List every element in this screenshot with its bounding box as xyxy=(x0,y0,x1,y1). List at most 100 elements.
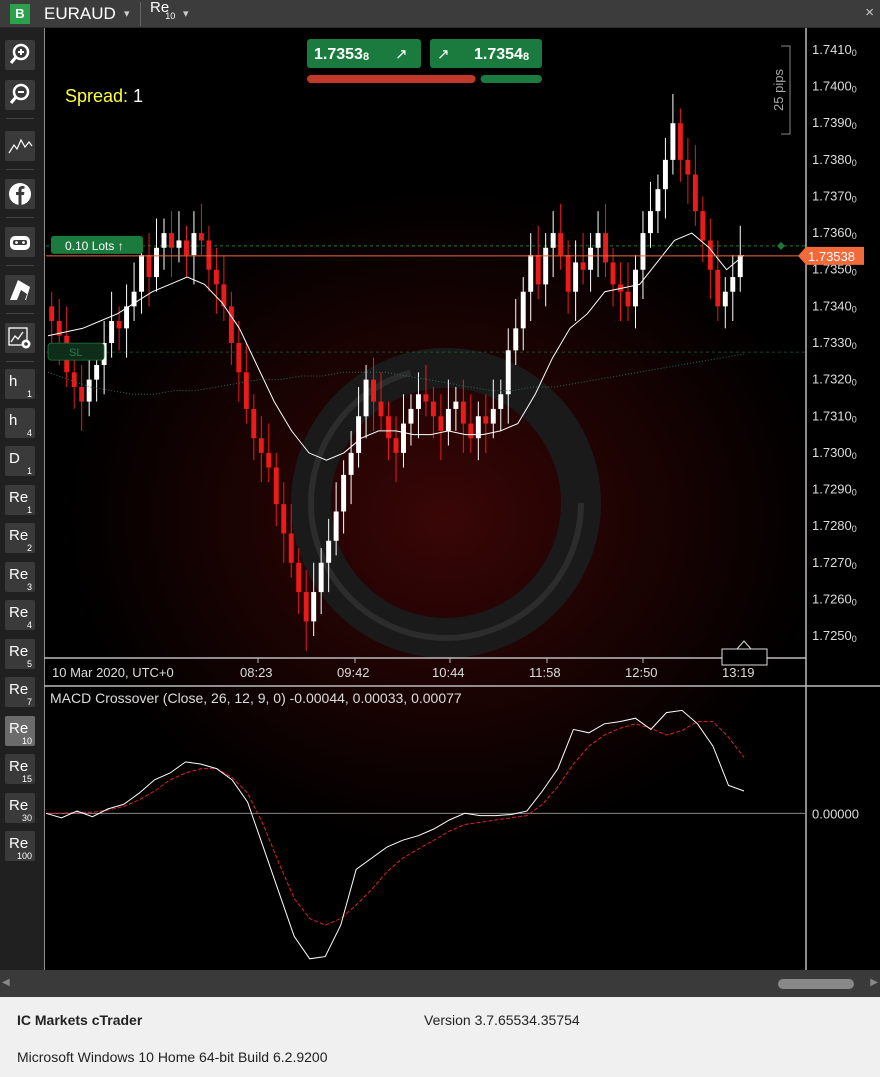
timeframe-button-sub: 4 xyxy=(26,620,32,630)
timeframe-button-re3[interactable]: Re 3 xyxy=(5,561,35,592)
candle-up xyxy=(655,189,661,212)
current-price-label: 1.73538 xyxy=(808,249,855,264)
candle-down xyxy=(198,233,204,241)
os-info: Microsoft Windows 10 Home 64-bit Build 6… xyxy=(17,1049,328,1065)
timeframe-button-sub: 5 xyxy=(26,658,32,669)
timeframe-button-sub: 1 xyxy=(26,389,32,399)
candle-down xyxy=(565,255,571,292)
candle-up xyxy=(415,394,421,409)
spread-value: 1 xyxy=(133,86,143,106)
candle-down xyxy=(685,159,691,175)
timeframe-button-re30[interactable]: Re 30 xyxy=(5,792,35,823)
chart-area[interactable]: 1.74100 1.74000 1.73900 1.73800 1.73700 1.736… xyxy=(44,28,880,970)
sell-ratio-bar xyxy=(307,75,476,83)
timeframe-button-sub: 3 xyxy=(26,581,32,592)
toolbar-divider xyxy=(6,361,34,362)
candle-up xyxy=(348,452,354,475)
timeframe-button-h1[interactable]: h1 xyxy=(5,369,35,399)
buy-ratio-bar xyxy=(480,75,542,83)
candle-down xyxy=(288,533,294,563)
timeframe-button-h4[interactable]: h4 xyxy=(5,407,35,438)
timeframe-selector[interactable]: Re10 xyxy=(150,0,179,21)
timeframe-button-label: Re xyxy=(9,681,29,698)
timeframe-dropdown-icon[interactable]: ▾ xyxy=(183,7,189,20)
time-axis-label: 13:19 xyxy=(722,665,755,680)
candle-up xyxy=(318,562,324,593)
candle-down xyxy=(677,123,683,160)
price-axis-label: 1.73100 xyxy=(812,408,857,424)
zoom-out-icon xyxy=(9,83,30,104)
candle-up xyxy=(109,321,115,343)
timeframe-button-re7[interactable]: Re 7 xyxy=(5,677,35,707)
price-axis-label-suffix: 0 xyxy=(852,268,857,278)
chart-settings-button[interactable] xyxy=(5,323,35,353)
timeframe-button-d1[interactable]: D1 xyxy=(5,446,35,476)
price-axis-label: 1.72600 xyxy=(812,591,857,607)
candle-up xyxy=(505,350,511,395)
symbol-dropdown-icon[interactable]: ▾ xyxy=(124,7,130,20)
scroll-right-icon[interactable]: ▶ xyxy=(870,977,878,988)
candle-down xyxy=(386,416,391,439)
stop-loss-label: SL xyxy=(69,347,82,359)
price-axis-label-suffix: 0 xyxy=(852,158,857,168)
close-icon[interactable]: × xyxy=(865,4,874,21)
timeframe-button-re1[interactable]: Re 1 xyxy=(5,484,35,515)
candle-up xyxy=(670,123,676,160)
chart-type-button[interactable] xyxy=(5,131,35,161)
candle-down xyxy=(460,401,466,424)
timeframe-button-re15[interactable]: Re 15 xyxy=(5,754,35,784)
macd-zero-label: 0.00000 xyxy=(812,806,859,821)
candle-up xyxy=(176,240,182,248)
candle-up xyxy=(191,233,197,256)
horizontal-scrollbar[interactable]: ◀ ▶ xyxy=(0,970,880,997)
title-bar: B EURAUD ▾ Re10 ▾ × xyxy=(0,0,880,28)
timeframe-button-re10[interactable]: Re 10 xyxy=(5,715,35,746)
timeframe-button-label: Re xyxy=(9,796,29,814)
candle-down xyxy=(393,438,399,453)
candle-down xyxy=(715,269,721,307)
chart-toolbar: h 1 h 4 D 1 Re 1 Re 2 Re 3 Re 4 Re 5 Re 7 Re 10 Re 15 Re 30 Re 10… xyxy=(0,28,44,970)
zoom-out-button[interactable] xyxy=(5,80,35,110)
price-axis-label: 1.73000 xyxy=(812,445,857,461)
price-axis-label-suffix: 0 xyxy=(852,121,857,131)
lots-label: 0.10 Lots ↑ xyxy=(65,239,124,253)
symbol-selector[interactable]: EURAUD xyxy=(44,4,116,24)
candle-up xyxy=(647,211,653,234)
cbot-button[interactable] xyxy=(5,227,35,257)
candle-down xyxy=(146,255,152,278)
candle-up xyxy=(498,394,504,409)
zoom-in-button[interactable] xyxy=(5,40,35,70)
facebook-icon xyxy=(9,183,31,205)
candle-up xyxy=(333,511,339,541)
timeframe-button-re2[interactable]: Re 2 xyxy=(5,523,35,553)
candle-down xyxy=(251,408,257,439)
timeframe-button-label: Re xyxy=(9,719,29,737)
timeframe-button-sub: 1 xyxy=(26,504,32,515)
candle-down xyxy=(206,240,212,270)
candle-up xyxy=(722,291,728,307)
pips-scale-label: 25 pips xyxy=(771,69,786,111)
drawing-tools-button[interactable] xyxy=(5,275,35,305)
candle-up xyxy=(408,408,414,424)
timeframe-button-re5[interactable]: Re 5 xyxy=(5,638,35,669)
candle-up xyxy=(94,364,100,380)
candle-up xyxy=(662,159,668,190)
candle-down xyxy=(535,255,541,285)
buy-price-label: 1.73548 xyxy=(474,46,529,63)
price-axis-label-suffix: 0 xyxy=(852,48,857,58)
robot-icon xyxy=(10,236,30,250)
timeframe-button-re100[interactable]: Re 100 xyxy=(5,831,35,861)
sell-price-label: 1.73538 xyxy=(314,46,369,63)
price-axis-label-suffix: 0 xyxy=(852,414,857,424)
candle-down xyxy=(430,401,436,417)
scroll-left-icon[interactable]: ◀ xyxy=(2,977,10,988)
candle-up xyxy=(139,255,145,292)
timeframe-button-re4[interactable]: Re 4 xyxy=(5,600,35,630)
spread-label: Spread: 1 xyxy=(65,86,143,106)
candle-down xyxy=(71,372,77,387)
candle-down xyxy=(236,343,242,373)
facebook-share-button[interactable] xyxy=(5,179,35,209)
candle-up xyxy=(445,408,451,431)
scrollbar-thumb[interactable] xyxy=(778,979,854,989)
drawing-icon xyxy=(10,280,30,300)
